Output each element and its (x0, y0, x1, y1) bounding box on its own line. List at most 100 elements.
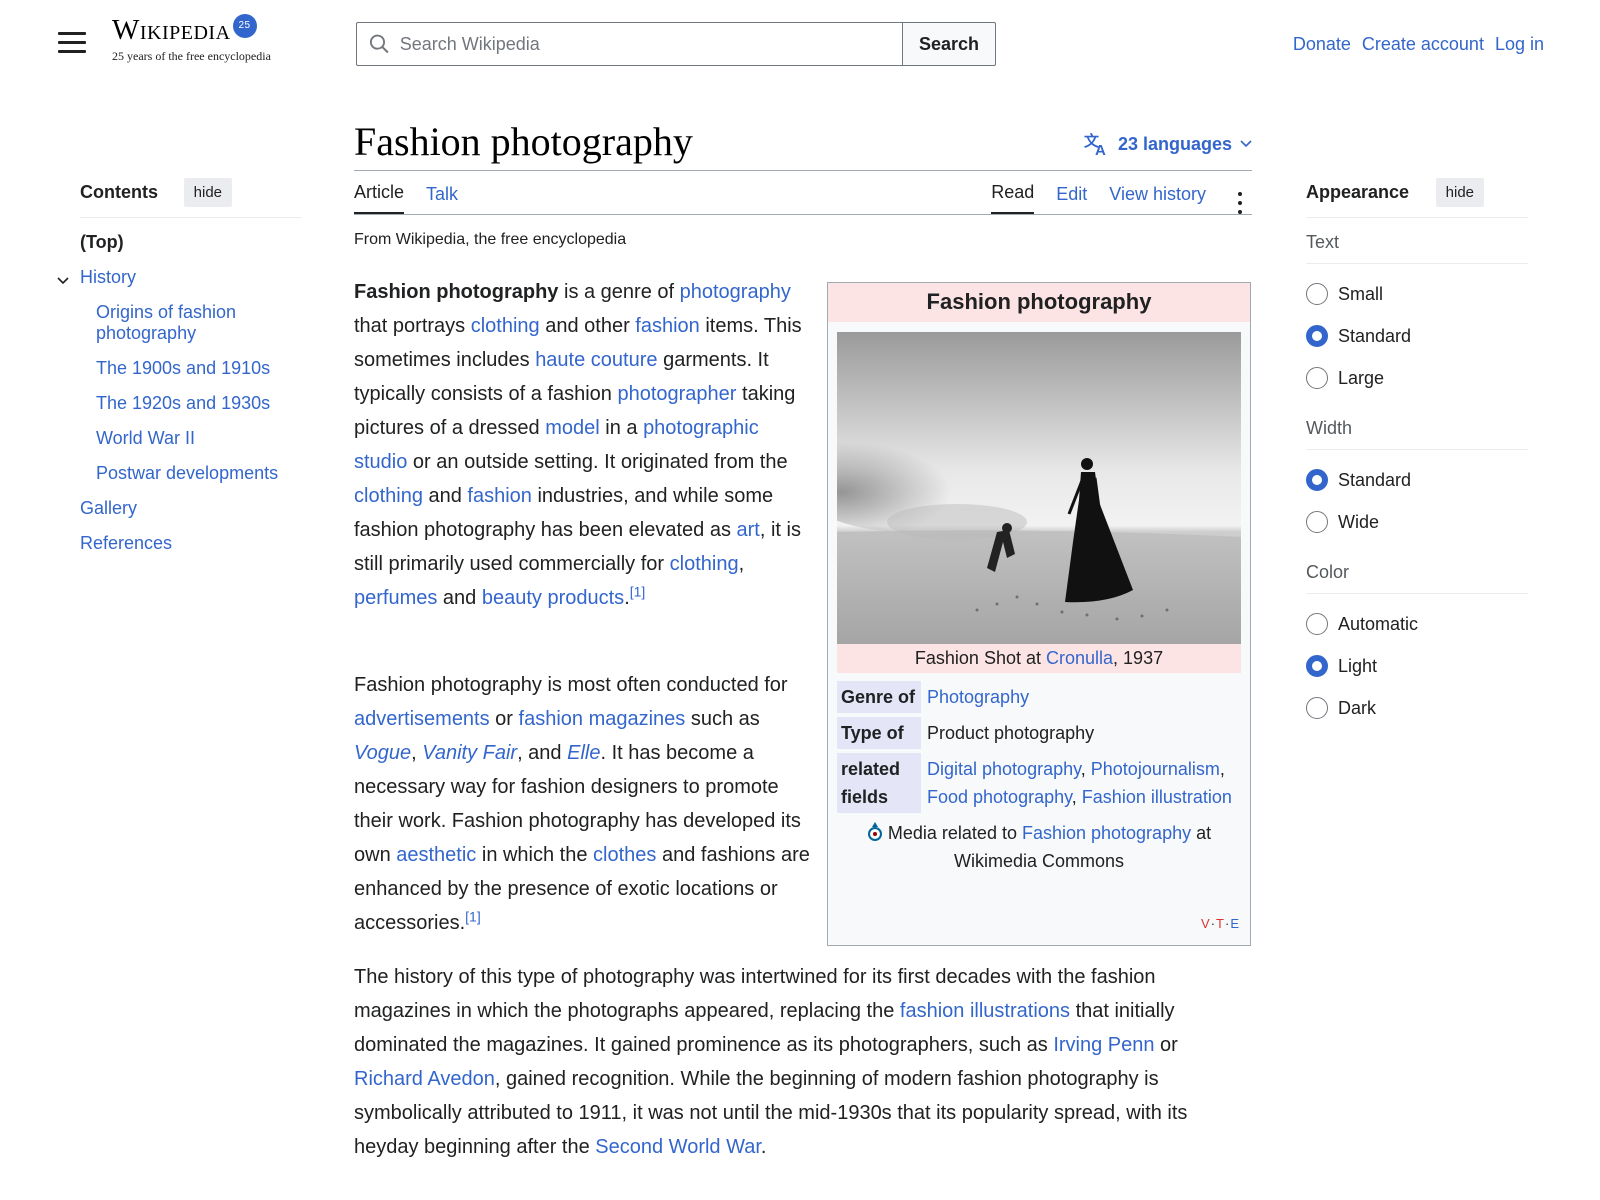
radio-option-large[interactable]: Large (1306, 366, 1528, 390)
toc-item[interactable]: (Top) (80, 232, 302, 253)
toc-header: Contents hide (80, 178, 302, 218)
toc-link[interactable]: (Top) (80, 232, 124, 252)
toc-link[interactable]: History (80, 267, 136, 287)
toc-item[interactable]: References (80, 533, 302, 554)
article-link[interactable]: beauty products (482, 587, 624, 609)
view-template-link[interactable]: V (1201, 916, 1211, 931)
article-link[interactable]: advertisements (354, 708, 490, 730)
radio-option-light[interactable]: Light (1306, 654, 1528, 678)
edit-template-link[interactable]: E (1230, 916, 1240, 931)
toc-item[interactable]: World War II (80, 428, 302, 449)
toc-link[interactable]: Postwar developments (96, 463, 278, 483)
article-link[interactable]: perfumes (354, 587, 437, 609)
article-link[interactable]: clothing (354, 485, 423, 507)
article-link[interactable]: clothing (471, 315, 540, 337)
user-link-donate[interactable]: Donate (1293, 34, 1351, 55)
user-link-log-in[interactable]: Log in (1495, 34, 1544, 55)
toc-item[interactable]: The 1920s and 1930s (80, 393, 302, 414)
tab-article[interactable]: Article (354, 182, 405, 214)
chevron-down-icon[interactable] (57, 272, 69, 288)
radio-button[interactable] (1306, 655, 1328, 677)
toc-item[interactable]: Origins of fashion photography (80, 302, 302, 344)
infobox-link[interactable]: Photography (927, 687, 1029, 707)
article-link[interactable]: clothes (593, 844, 656, 866)
article-link[interactable]: aesthetic (396, 844, 476, 866)
search-button[interactable]: Search (902, 22, 996, 66)
toc-link[interactable]: The 1900s and 1910s (96, 358, 270, 378)
italic-title: Elle (567, 742, 601, 764)
appearance-group-color: Color Automatic Light Dark (1306, 562, 1528, 720)
toc-link[interactable]: World War II (96, 428, 195, 448)
reference-link[interactable]: [1] (465, 908, 481, 924)
language-icon: 文A (1084, 132, 1106, 156)
tab-talk[interactable]: Talk (426, 184, 458, 214)
reference-anchor[interactable]: [1] (465, 908, 481, 924)
main-menu-button[interactable] (58, 32, 86, 56)
radio-button[interactable] (1306, 469, 1328, 491)
appearance-group-width: Width Standard Wide (1306, 418, 1528, 534)
radio-button[interactable] (1306, 283, 1328, 305)
search-field[interactable] (356, 22, 902, 66)
search-input[interactable] (399, 33, 902, 55)
radio-option-small[interactable]: Small (1306, 282, 1528, 306)
infobox-link[interactable]: Fashion illustration (1082, 787, 1232, 807)
logo-wordmark: Wikipedia (112, 14, 231, 46)
appearance-hide-button[interactable]: hide (1435, 178, 1484, 207)
talk-template-link[interactable]: T (1216, 916, 1225, 931)
radio-option-wide[interactable]: Wide (1306, 510, 1528, 534)
infobox-link[interactable]: Food photography (927, 787, 1072, 807)
radio-button[interactable] (1306, 613, 1328, 635)
article-link[interactable]: clothing (670, 553, 739, 575)
toc-item[interactable]: Postwar developments (80, 463, 302, 484)
reference-link[interactable]: [1] (630, 583, 646, 599)
article-main: Fashion photography 文A 23 languages Arti… (354, 120, 1252, 1158)
tab-edit[interactable]: Edit (1056, 184, 1087, 214)
user-link-create-account[interactable]: Create account (1362, 34, 1484, 55)
radio-option-dark[interactable]: Dark (1306, 696, 1528, 720)
languages-button[interactable]: 文A 23 languages (1084, 132, 1252, 156)
radio-button[interactable] (1306, 325, 1328, 347)
toc-item[interactable]: History (80, 267, 302, 288)
article-link[interactable]: Second World War (595, 1136, 761, 1158)
tab-read[interactable]: Read (991, 182, 1035, 214)
article-link[interactable]: Vogue (354, 742, 411, 764)
radio-label: Light (1338, 655, 1378, 676)
toc-link[interactable]: Gallery (80, 498, 137, 518)
article-link[interactable]: Vanity Fair (422, 742, 517, 764)
article-link[interactable]: model (545, 417, 599, 439)
radio-button[interactable] (1306, 511, 1328, 533)
toc-item[interactable]: Gallery (80, 498, 302, 519)
toc-link[interactable]: Origins of fashion photography (96, 302, 236, 343)
article-link[interactable]: art (737, 519, 760, 541)
article-link[interactable]: photographer (617, 383, 736, 405)
reference-anchor[interactable]: [1] (630, 583, 646, 599)
infobox-image[interactable] (837, 332, 1241, 644)
wikipedia-logo[interactable]: Wikipedia 25 25 years of the free encyclo… (112, 14, 302, 64)
radio-button[interactable] (1306, 697, 1328, 719)
article-link[interactable]: Elle (567, 742, 600, 764)
article-link[interactable]: photography (680, 281, 791, 303)
radio-option-standard[interactable]: Standard (1306, 324, 1528, 348)
radio-option-standard[interactable]: Standard (1306, 468, 1528, 492)
toc-item[interactable]: The 1900s and 1910s (80, 358, 302, 379)
toc-link[interactable]: The 1920s and 1930s (96, 393, 270, 413)
radio-option-automatic[interactable]: Automatic (1306, 612, 1528, 636)
article-link[interactable]: Richard Avedon (354, 1068, 495, 1090)
article-link[interactable]: fashion (635, 315, 700, 337)
radio-button[interactable] (1306, 367, 1328, 389)
text-run: . (760, 1136, 767, 1158)
article-link[interactable]: haute couture (535, 349, 657, 371)
text-run: is a genre of (558, 281, 680, 303)
more-tools-icon[interactable] (1228, 182, 1252, 214)
toc-link[interactable]: References (80, 533, 172, 553)
article-link[interactable]: fashion (467, 485, 532, 507)
article-link[interactable]: Irving Penn (1053, 1034, 1154, 1056)
toc-hide-button[interactable]: hide (183, 178, 232, 207)
tab-view-history[interactable]: View history (1109, 184, 1206, 214)
article-link[interactable]: fashion magazines (519, 708, 686, 730)
commons-link[interactable]: Fashion photography (1022, 823, 1191, 843)
caption-link[interactable]: Cronulla (1046, 648, 1113, 668)
infobox-link[interactable]: Digital photography (927, 759, 1081, 779)
infobox-link[interactable]: Photojournalism (1091, 759, 1220, 779)
article-link[interactable]: fashion illustrations (900, 1000, 1070, 1022)
